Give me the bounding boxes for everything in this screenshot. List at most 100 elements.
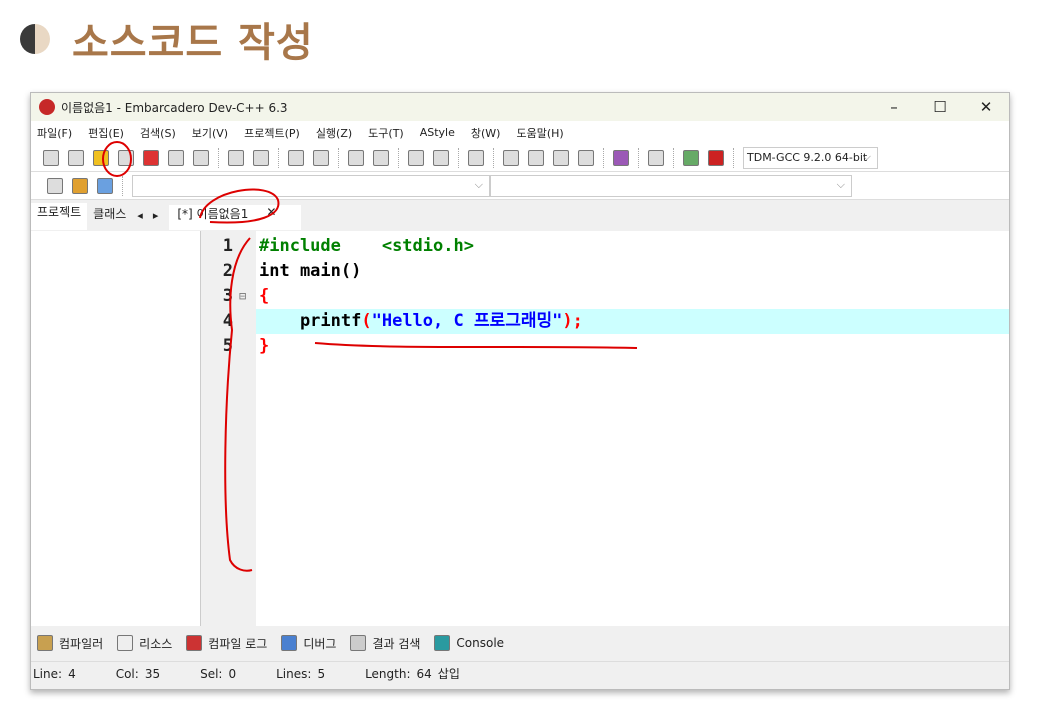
code-editor[interactable]: 1 #include <stdio.h> 2 int main() 3 ⊟ {4 print… <box>201 231 1009 626</box>
menu-item[interactable]: 도구(T) <box>368 125 404 141</box>
undo-icon[interactable] <box>348 149 364 166</box>
bottom-tab-icon <box>434 635 451 651</box>
function-dropdown[interactable] <box>490 174 852 197</box>
fold-icon[interactable]: ⊟ <box>239 284 246 309</box>
redo-icon[interactable] <box>373 149 389 166</box>
rebuild-icon[interactable] <box>578 149 594 166</box>
check-icon[interactable] <box>613 149 629 166</box>
code-text: { <box>259 284 269 309</box>
save-all-icon[interactable] <box>118 149 134 166</box>
line-number: 1 <box>222 236 233 256</box>
close-all-icon[interactable] <box>168 149 184 166</box>
separator <box>218 147 219 168</box>
lines-label: Lines: <box>276 666 312 681</box>
close-button[interactable]: ✕ <box>963 98 1009 116</box>
devcpp-window: 이름없음1 - Embarcadero Dev-C++ 6.3 – ☐ ✕ 파일… <box>30 92 1010 690</box>
line-number: 3 <box>222 286 233 306</box>
length-label: Length: <box>365 666 411 681</box>
open-icon[interactable] <box>68 149 84 166</box>
separator <box>493 147 494 168</box>
bookmark-icon[interactable] <box>97 177 113 194</box>
length-value: 64 <box>416 666 432 681</box>
close-icon[interactable] <box>143 149 159 166</box>
lines-value: 5 <box>317 666 326 681</box>
bottom-tab-label: 컴파일러 <box>59 636 104 651</box>
menu-item[interactable]: 편집(E) <box>88 125 124 141</box>
menu-item[interactable]: 보기(V) <box>192 125 228 141</box>
code-token: } <box>259 336 270 356</box>
bottom-tab-icon <box>186 635 203 651</box>
file-tab[interactable]: [*] 이름없음1 ✕ <box>169 205 302 230</box>
sel-label: Sel: <box>200 666 223 681</box>
tab-class[interactable]: 클래스 <box>87 205 132 230</box>
menu-item[interactable]: 프로젝트(P) <box>244 125 300 141</box>
menu-bar: 파일(F) 편집(E) 검색(S) 보기(V) 프로젝트(P) 실행(Z) 도구(T) ASt… <box>31 121 1009 144</box>
line-label: Line: <box>33 666 63 681</box>
bottom-tab[interactable]: 디버그 <box>281 635 336 652</box>
menu-item[interactable]: 검색(S) <box>140 125 176 141</box>
tab-scroll-right[interactable]: ▸ <box>148 209 164 230</box>
title-bar: 이름없음1 - Embarcadero Dev-C++ 6.3 – ☐ ✕ <box>31 93 1009 121</box>
app-logo-icon <box>39 99 55 115</box>
save-icon[interactable] <box>93 149 109 166</box>
class-dropdown[interactable] <box>132 174 490 197</box>
replace-icon[interactable] <box>253 149 269 166</box>
line-number: 4 <box>222 311 233 331</box>
status-bar: Line: 4 Col: 35 Sel: 0 Lines: 5 Length: 64 삽입 <box>31 661 1009 685</box>
find-icon[interactable] <box>228 149 244 166</box>
compile-run-icon[interactable] <box>553 149 569 166</box>
code-token: "Hello, C 프로그래밍" <box>371 311 563 331</box>
goto-icon[interactable] <box>72 177 88 194</box>
bottom-tab[interactable]: 컴파일러 <box>37 635 103 652</box>
bottom-tab[interactable]: 리소스 <box>117 635 172 652</box>
compile-icon[interactable] <box>503 149 519 166</box>
insert-icon[interactable] <box>47 177 63 194</box>
bullet-icon <box>20 24 50 54</box>
bottom-tab-label: 결과 검색 <box>372 636 421 651</box>
sel-value: 0 <box>228 666 237 681</box>
bottom-tab[interactable]: 결과 검색 <box>350 635 420 652</box>
print-icon[interactable] <box>193 149 209 166</box>
code-token: ( <box>361 311 372 331</box>
menu-item[interactable]: 창(W) <box>471 125 501 141</box>
file-tab-label: [*] 이름없음1 <box>177 207 249 221</box>
menu-item[interactable]: 실행(Z) <box>316 125 352 141</box>
indent-icon[interactable] <box>288 149 304 166</box>
run-icon[interactable] <box>528 149 544 166</box>
tab-project[interactable]: 프로젝트 <box>31 203 88 230</box>
line-number: 5 <box>222 336 233 356</box>
minimize-button[interactable]: – <box>871 98 917 116</box>
code-text: } <box>259 334 269 359</box>
new-icon[interactable] <box>43 149 59 166</box>
bottom-tab[interactable]: Console <box>434 635 504 651</box>
separator <box>398 147 399 168</box>
menu-item[interactable]: 파일(F) <box>37 125 72 141</box>
compiler-select[interactable]: TDM-GCC 9.2.0 64-bit <box>743 146 878 169</box>
back-icon[interactable] <box>408 149 424 166</box>
stop-icon[interactable] <box>648 149 664 166</box>
code-token: int main() <box>259 261 362 281</box>
separator <box>278 147 279 168</box>
unindent-icon[interactable] <box>313 149 329 166</box>
menu-item[interactable]: AStyle <box>420 126 455 139</box>
code-line: 3 ⊟ { <box>201 284 1009 309</box>
code-token: { <box>259 286 270 306</box>
close-tab-icon[interactable]: ✕ <box>266 205 276 222</box>
forward-icon[interactable] <box>433 149 449 166</box>
bottom-tab[interactable]: 컴파일 로그 <box>186 635 267 652</box>
code-token: #include <box>259 236 341 256</box>
code-token: <stdio.h> <box>340 236 474 256</box>
toolbar-main: TDM-GCC 9.2.0 64-bit <box>31 144 1009 172</box>
bookmark-icon[interactable] <box>468 149 484 166</box>
menu-item[interactable]: 도움말(H) <box>516 125 563 141</box>
bottom-tab-icon <box>117 635 134 651</box>
window-title: 이름없음1 - Embarcadero Dev-C++ 6.3 <box>61 100 288 115</box>
code-text: #include <stdio.h> <box>259 234 474 259</box>
delete-profile-icon[interactable] <box>708 149 724 166</box>
profile-icon[interactable] <box>683 149 699 166</box>
bottom-tab-label: 리소스 <box>139 636 173 651</box>
separator <box>122 175 123 196</box>
tab-row: 프로젝트 클래스 ◂ ▸ [*] 이름없음1 ✕ <box>31 200 1009 230</box>
tab-scroll-left[interactable]: ◂ <box>132 209 148 230</box>
maximize-button[interactable]: ☐ <box>917 98 963 116</box>
